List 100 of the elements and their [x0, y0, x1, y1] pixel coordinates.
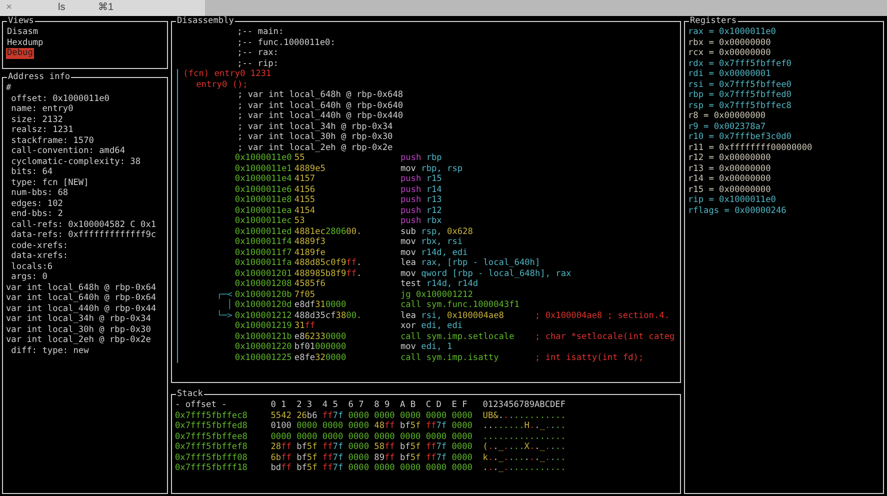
info-line: var int local_648h @ rbp-0x64 [6, 282, 156, 293]
stack-word: 0000 [322, 421, 344, 431]
local-var-comment: ; var int local_34h @ rbp-0x34 [236, 122, 394, 132]
stack-address: 0x7fff5fbffed8 [175, 421, 248, 432]
register-value: r8 = 0x00000000 [688, 111, 767, 122]
info-line: diff: type: new [11, 346, 89, 356]
info-line: call-convention: amd64 [11, 146, 125, 156]
instruction-address: 0x1000011e8 [234, 195, 293, 206]
register-value: rdi = 0x00000001 [688, 69, 772, 80]
stack-word: 0000 [452, 463, 472, 473]
view-item[interactable]: Disasm [6, 27, 40, 38]
instruction-bytes: 4189fe [294, 248, 326, 258]
stack-word: 0000 [452, 442, 472, 452]
info-line: type: fcn [NEW] [11, 178, 89, 188]
instruction-address: 0x100001219 [234, 321, 293, 332]
stack-ascii: ........H.._.... [482, 421, 566, 432]
instruction-bytes: e8df310000 [294, 300, 346, 310]
column-header: 2 3 [296, 400, 312, 410]
flag-label: ;-- rax: [236, 48, 280, 58]
info-line: size: 2132 [11, 114, 63, 125]
info-line: cyclomatic-complexity: 38 [11, 156, 141, 167]
info-line: end-bbs: 2 [11, 209, 63, 220]
info-line: var int local_30h @ rbp-0x30 [6, 324, 151, 335]
info-line: var int local_640h @ rbp-0x64 [6, 293, 156, 304]
local-var-comment: ; var int local_640h @ rbp-0x640 [236, 100, 404, 111]
stack-word: 0000 [348, 421, 369, 431]
column-header: 4 5 [322, 400, 338, 410]
stack-address: 0x7fff5fbfff08 [175, 452, 248, 463]
instruction-text: push r12 [400, 206, 442, 216]
info-line: offset: 0x1000011e0 [11, 94, 110, 104]
tab-shortcut: ⌘1 [98, 1, 114, 15]
stack-address: 0x7fff5fbffec8 [175, 410, 248, 421]
stack-word: 0000 [400, 432, 421, 442]
instruction-address: 0x1000011e6 [234, 184, 293, 195]
view-item[interactable]: Hexdump [6, 38, 44, 48]
instruction-address: 0x1000011f7 [234, 248, 293, 258]
stack-word: 6bff [270, 452, 292, 462]
register-value: rip = 0x1000011e0 [688, 195, 777, 206]
stack-word: 0000 [296, 432, 318, 442]
stack-word: 28ff [270, 442, 292, 452]
stack-address: 0x7fff5fbffef8 [175, 442, 248, 452]
stack-word: 0000 [270, 432, 292, 442]
terminal-tab[interactable]: × ls ⌘1 [0, 0, 205, 16]
register-value: r14 = 0x00000000 [688, 174, 772, 184]
stack-word: 58ff [374, 442, 395, 452]
instruction-bytes: 488985b8f9ff. [294, 268, 362, 278]
stack-ascii: ..._............ [482, 463, 566, 474]
stack-word: 5542 [270, 410, 292, 420]
instruction-bytes: 488d85c0f9ff. [294, 258, 362, 268]
instruction-bytes: 4889e5 [294, 164, 326, 174]
stack-word: bf5f [400, 421, 421, 431]
register-value: r10 = 0x7fffbef3c0d0 [688, 132, 792, 142]
instruction-address: 0x100001220 [234, 342, 293, 352]
column-header: 8 9 [374, 400, 390, 410]
stack-word: ff7f [426, 452, 447, 462]
instruction-text: push r14 [400, 184, 442, 194]
register-value: rflags = 0x00000246 [688, 206, 788, 216]
stack-word: 0000 [452, 432, 472, 442]
info-line: name: entry0 [11, 104, 74, 114]
instruction-bytes: 7f05 [294, 290, 316, 300]
function-signature: entry0 (); [195, 80, 249, 90]
register-value: rdx = 0x7fff5fbffef0 [688, 58, 792, 69]
instruction-address: 0x100001201 [234, 268, 293, 279]
instruction-text: mov rbx, rsi [400, 237, 463, 247]
panel-title: Address info [7, 72, 72, 82]
stack-word: 0000 [348, 442, 369, 452]
instruction-bytes: 4881ec280600. [294, 226, 362, 236]
local-var-comment: ; var int local_30h @ rbp-0x30 [236, 132, 394, 142]
instruction-bytes: 4155 [294, 195, 316, 205]
stack-word: bf5f [296, 463, 318, 473]
local-var-comment: ; var int local_440h @ rbp-0x440 [236, 111, 404, 122]
instruction-address: 0x10000120b [234, 290, 293, 300]
instruction-address: 0x100001212 [234, 310, 293, 321]
instruction-text: sub rsp, 0x628 [400, 226, 473, 236]
instruction-text: push rbp [400, 153, 442, 163]
register-value: rsi = 0x7fff5fbffee0 [688, 80, 792, 90]
stack-word: 0000 [348, 463, 369, 473]
column-header: 0 1 [270, 400, 286, 410]
stack-word: ff7f [426, 421, 447, 431]
stack-ascii: ................ [482, 432, 566, 442]
info-line: data-refs: 0xfffffffffffff9c [11, 230, 156, 240]
instruction-address: 0x100001225 [234, 352, 293, 363]
register-value: r13 = 0x00000000 [688, 164, 772, 174]
register-value: rcx = 0x00000000 [688, 48, 772, 58]
stack-ascii: UB&............. [482, 410, 566, 421]
instruction-address: 0x1000011ec [234, 216, 293, 226]
instruction-address: 0x10000121b [234, 332, 293, 342]
instruction-address: 0x10000120d [234, 300, 293, 310]
column-header: A B [400, 400, 416, 410]
instruction-address: 0x100001208 [234, 279, 293, 290]
flag-label: ;-- func.1000011e0: [236, 38, 336, 48]
stack-word: 0000 [374, 432, 395, 442]
jump-arrow: ┌─< [216, 290, 232, 300]
stack-word: bf5f [296, 442, 318, 452]
stack-word: 0000 [322, 432, 344, 442]
info-line: data-xrefs: [11, 251, 68, 262]
instruction-text: jg 0x100001212 [400, 290, 473, 300]
stack-word: 0000 [296, 421, 318, 431]
instruction-bytes: 4156 [294, 184, 316, 194]
instruction-address: 0x1000011e4 [234, 174, 293, 184]
